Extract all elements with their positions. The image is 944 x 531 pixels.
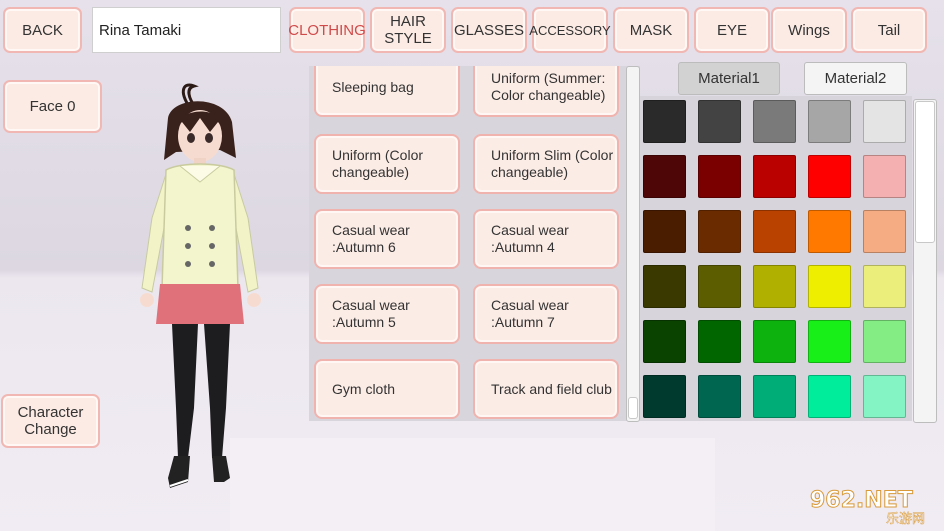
clothing-item[interactable]: Uniform (Summer: Color changeable)	[473, 66, 619, 117]
tab-clothing[interactable]: CLOTHING	[288, 7, 366, 53]
face-label: Face	[29, 98, 63, 115]
back-button[interactable]: BACK	[3, 7, 82, 53]
color-swatch[interactable]	[863, 155, 906, 198]
tab-tail-label: Tail	[877, 21, 901, 39]
color-swatch[interactable]	[643, 320, 686, 363]
color-swatch[interactable]	[808, 100, 851, 143]
clothing-item[interactable]: Casual wear :Autumn 6	[314, 209, 460, 269]
clothing-item[interactable]: Sleeping bag	[314, 66, 460, 117]
tab-accessory[interactable]: ACCESSORY	[529, 7, 611, 53]
tab-eye-label: EYE	[716, 21, 747, 39]
clothing-item[interactable]: Casual wear :Autumn 4	[473, 209, 619, 269]
color-swatch[interactable]	[753, 375, 796, 418]
color-swatch[interactable]	[863, 320, 906, 363]
back-label: BACK	[22, 21, 63, 39]
character-model	[140, 83, 261, 488]
color-swatch[interactable]	[643, 210, 686, 253]
tab-hair-style-label: HAIR STYLE	[384, 13, 432, 47]
watermark-brand: 962.NET	[810, 488, 913, 513]
clothing-list-scrollbar[interactable]	[626, 66, 640, 422]
clothing-item[interactable]: Casual wear :Autumn 5	[314, 284, 460, 344]
character-change-label: Character Change	[17, 404, 84, 438]
clothing-scroll-thumb[interactable]	[628, 397, 638, 419]
tab-glasses-label: GLASSES	[453, 21, 525, 39]
character-change-button[interactable]: Character Change	[1, 394, 100, 448]
floor-highlight	[230, 438, 715, 531]
material2-label: Material2	[824, 70, 887, 87]
tab-tail[interactable]: Tail	[851, 7, 927, 53]
clothing-list-panel[interactable]: Sleeping bag Uniform (Summer: Color chan…	[309, 66, 640, 421]
color-swatch[interactable]	[698, 155, 741, 198]
color-swatch[interactable]	[698, 320, 741, 363]
clothing-item[interactable]: Gym cloth	[314, 359, 460, 419]
tab-wings[interactable]: Wings	[771, 7, 847, 53]
clothing-item[interactable]: Uniform (Color changeable)	[314, 134, 460, 194]
material1-tab[interactable]: Material1	[678, 62, 780, 95]
color-swatch[interactable]	[863, 375, 906, 418]
color-swatch[interactable]	[753, 155, 796, 198]
character-name-value: Rina Tamaki	[99, 21, 182, 39]
tab-clothing-label: CLOTHING	[288, 21, 366, 39]
color-swatch[interactable]	[753, 210, 796, 253]
color-swatch[interactable]	[698, 375, 741, 418]
tab-glasses[interactable]: GLASSES	[451, 7, 527, 53]
palette-scroll-thumb[interactable]	[915, 101, 935, 243]
color-swatch[interactable]	[808, 320, 851, 363]
color-swatch[interactable]	[643, 265, 686, 308]
site-watermark: 962.NET 乐游网	[810, 488, 926, 528]
face-button[interactable]: Face 0	[3, 80, 102, 133]
color-swatch[interactable]	[643, 100, 686, 143]
color-swatch[interactable]	[863, 100, 906, 143]
color-swatch[interactable]	[753, 265, 796, 308]
color-swatch[interactable]	[808, 265, 851, 308]
color-swatch[interactable]	[698, 100, 741, 143]
color-swatch[interactable]	[753, 320, 796, 363]
face-value: 0	[67, 98, 76, 115]
watermark-sub: 乐游网	[886, 512, 925, 527]
material2-tab[interactable]: Material2	[804, 62, 907, 95]
clothing-item[interactable]: Casual wear :Autumn 7	[473, 284, 619, 344]
color-swatch[interactable]	[643, 155, 686, 198]
color-swatch[interactable]	[808, 375, 851, 418]
color-swatch[interactable]	[808, 210, 851, 253]
color-swatch[interactable]	[643, 375, 686, 418]
tab-accessory-label: ACCESSORY	[529, 22, 611, 38]
color-swatch[interactable]	[863, 265, 906, 308]
color-swatch[interactable]	[863, 210, 906, 253]
clothing-item[interactable]: Uniform Slim (Color changeable)	[473, 134, 619, 194]
tab-mask-label: MASK	[629, 21, 673, 39]
color-palette	[640, 96, 912, 421]
color-swatch[interactable]	[808, 155, 851, 198]
palette-scrollbar[interactable]	[913, 99, 937, 423]
tab-mask[interactable]: MASK	[613, 7, 689, 53]
material1-label: Material1	[698, 70, 760, 87]
tab-hair-style[interactable]: HAIR STYLE	[370, 7, 446, 53]
tab-wings-label: Wings	[788, 21, 830, 39]
clothing-item[interactable]: Track and field club	[473, 359, 619, 419]
color-swatch[interactable]	[698, 210, 741, 253]
character-name-field[interactable]: Rina Tamaki	[92, 7, 281, 53]
tab-eye[interactable]: EYE	[694, 7, 770, 53]
color-swatch[interactable]	[698, 265, 741, 308]
color-swatch[interactable]	[753, 100, 796, 143]
